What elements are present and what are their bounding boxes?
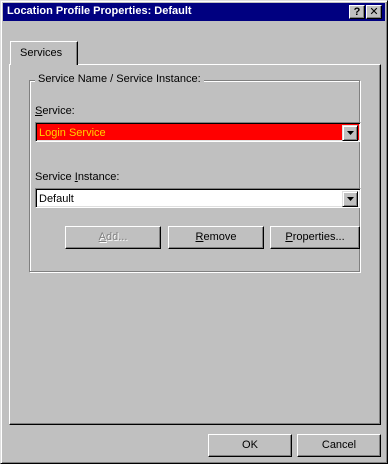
service-instance-label: Service Instance: [35, 171, 120, 183]
help-icon: ? [353, 6, 361, 18]
close-icon: ✕ [369, 6, 379, 18]
service-instance-combo-value: Default [39, 193, 74, 205]
chevron-down-icon [347, 131, 354, 135]
chevron-down-icon [347, 197, 354, 201]
remove-button[interactable]: Remove [168, 226, 264, 249]
properties-button[interactable]: Properties... [270, 226, 360, 249]
cancel-button[interactable]: Cancel [297, 434, 381, 457]
window-title: Location Profile Properties: Default [7, 5, 192, 17]
ok-button[interactable]: OK [208, 434, 292, 457]
service-label: Service: [35, 105, 75, 117]
service-instance-dropdown-button[interactable] [342, 191, 358, 207]
service-combo-value: Login Service [39, 127, 106, 139]
service-combo[interactable]: Login Service [35, 122, 361, 142]
help-button[interactable]: ? [349, 5, 365, 19]
tab-services[interactable]: Services [10, 41, 78, 65]
properties-dialog: Location Profile Properties: Default ? ✕… [0, 0, 388, 464]
title-bar[interactable]: Location Profile Properties: Default ? ✕ [3, 3, 385, 21]
service-instance-combo[interactable]: Default [35, 188, 361, 208]
groupbox-label: Service Name / Service Instance: [35, 73, 204, 85]
add-button[interactable]: Add... [65, 226, 161, 249]
tab-services-label: Services [20, 47, 63, 59]
service-dropdown-button[interactable] [342, 125, 358, 141]
close-button[interactable]: ✕ [366, 5, 382, 19]
